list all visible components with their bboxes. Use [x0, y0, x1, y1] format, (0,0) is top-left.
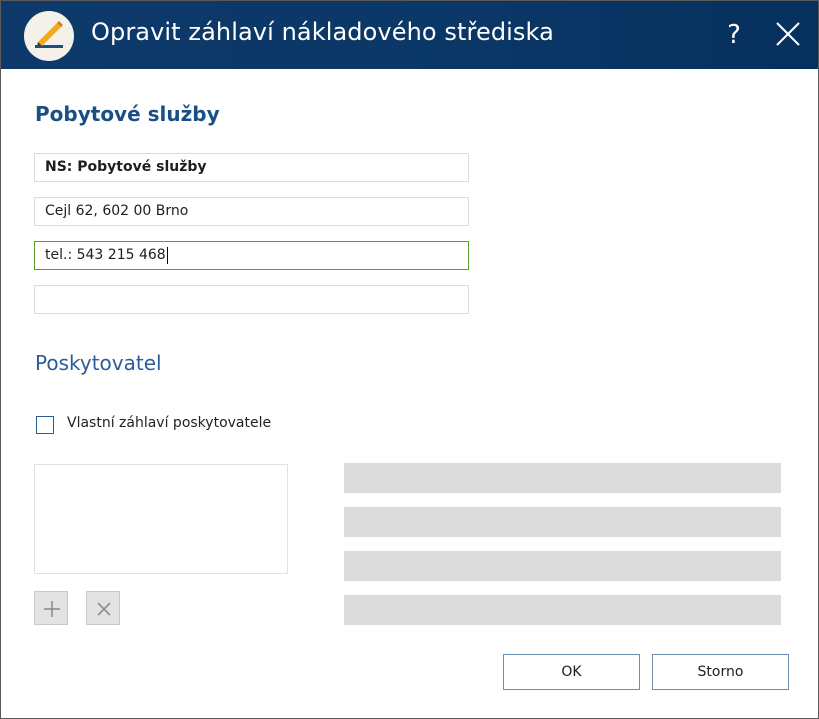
header-line-3-text: tel.: 543 215 468	[45, 247, 166, 263]
header-line-3-field[interactable]: tel.: 543 215 468	[34, 241, 469, 270]
close-button[interactable]	[773, 19, 803, 49]
provider-line-2-field	[344, 507, 781, 537]
header-line-2-field[interactable]: Cejl 62, 602 00 Brno	[34, 197, 469, 226]
header-heading: Pobytové služby	[35, 102, 220, 126]
custom-provider-header-checkbox[interactable]	[36, 416, 54, 434]
provider-line-3-field	[344, 551, 781, 581]
ok-button[interactable]: OK	[503, 654, 640, 690]
x-icon	[97, 602, 111, 616]
provider-logo-list[interactable]	[34, 464, 288, 574]
header-line-1-field[interactable]: NS: Pobytové služby	[34, 153, 469, 182]
remove-button[interactable]	[86, 591, 120, 625]
header-line-4-field[interactable]	[34, 285, 469, 314]
text-cursor	[166, 246, 168, 264]
dialog-window: Opravit záhlaví nákladového střediska ? …	[0, 0, 819, 719]
window-title: Opravit záhlaví nákladového střediska	[91, 18, 554, 46]
provider-line-1-field	[344, 463, 781, 493]
add-button[interactable]	[34, 591, 68, 625]
title-bar: Opravit záhlaví nákladového střediska ?	[1, 1, 818, 69]
cancel-button[interactable]: Storno	[652, 654, 789, 690]
provider-line-4-field	[344, 595, 781, 625]
pencil-edit-icon	[24, 11, 74, 61]
plus-icon	[44, 601, 60, 617]
custom-provider-header-label[interactable]: Vlastní záhlaví poskytovatele	[67, 415, 271, 431]
provider-section-title: Poskytovatel	[35, 351, 162, 375]
close-icon	[776, 22, 800, 46]
help-button[interactable]: ?	[719, 15, 749, 55]
